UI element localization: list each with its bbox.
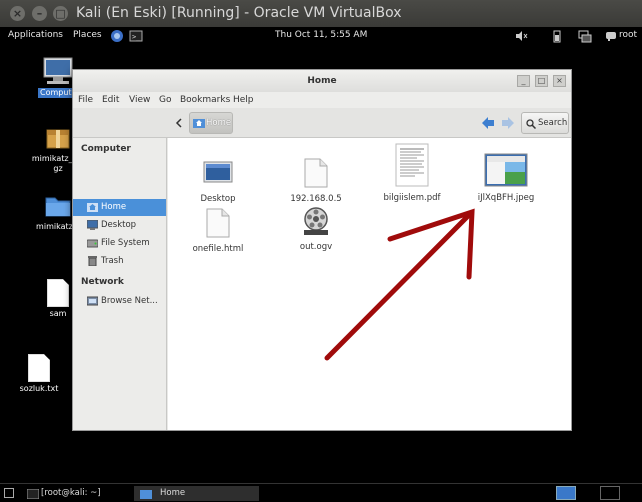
- maximize-button[interactable]: □: [535, 75, 548, 87]
- terminal-icon: [27, 489, 39, 499]
- iceweasel-icon[interactable]: [110, 29, 124, 43]
- network-icon[interactable]: [578, 29, 592, 43]
- sidebar-item-label: File System: [101, 238, 150, 248]
- menubar: File Edit View Go Bookmarks Help: [73, 92, 571, 108]
- menu-bookmarks[interactable]: Bookmarks: [180, 95, 230, 105]
- computer-icon: [43, 57, 73, 84]
- desktop-icon-label: sozluk.txt: [19, 384, 59, 393]
- home-icon: [87, 203, 98, 212]
- desktop-icon-sozluk[interactable]: sozluk.txt: [1, 354, 77, 394]
- user-menu[interactable]: root: [619, 30, 637, 40]
- file-name: 192.168.0.5: [290, 194, 342, 204]
- close-window-button[interactable]: ×: [10, 6, 25, 21]
- drive-icon: [87, 239, 98, 248]
- image-icon: [484, 153, 528, 187]
- file-manager-window: Home _ □ × File Edit View Go Bookmarks H…: [72, 69, 572, 431]
- arrow-left-icon: [482, 117, 494, 129]
- taskbar-item-terminal[interactable]: [root@kali: ~]: [15, 486, 130, 501]
- clock[interactable]: Thu Oct 11, 5:55 AM: [275, 30, 367, 40]
- back-button[interactable]: [481, 116, 495, 133]
- menu-edit[interactable]: Edit: [102, 95, 119, 105]
- menu-go[interactable]: Go: [159, 95, 171, 105]
- sidebar-item-file-system[interactable]: File System: [73, 235, 166, 252]
- svg-text:>_: >_: [132, 33, 141, 41]
- bottom-panel: [root@kali: ~] Home: [0, 483, 642, 502]
- battery-icon[interactable]: [550, 29, 564, 43]
- file-icon: [47, 279, 69, 307]
- file-item-desktop[interactable]: Desktop: [178, 160, 258, 204]
- workspace-switcher[interactable]: [556, 486, 576, 500]
- video-icon: [304, 207, 328, 235]
- sidebar-item-home[interactable]: Home: [73, 199, 166, 216]
- file-name: iJlXqBFH.jpeg: [477, 193, 535, 203]
- user-icon[interactable]: [604, 29, 618, 43]
- sidebar-item-label: Browse Net...: [101, 296, 158, 306]
- menu-view[interactable]: View: [129, 95, 150, 105]
- text-file-icon: [28, 354, 50, 382]
- file-name: Desktop: [200, 194, 236, 204]
- location-home-button[interactable]: Home: [189, 112, 233, 134]
- menu-file[interactable]: File: [78, 95, 93, 105]
- forward-button[interactable]: [501, 116, 515, 133]
- sidebar-item-desktop[interactable]: Desktop: [73, 217, 166, 234]
- top-panel: Applications Places >_ Thu Oct 11, 5:55 …: [0, 27, 642, 46]
- folder-icon: [140, 490, 152, 499]
- pdf-icon: [395, 143, 429, 187]
- workspace-switcher-2[interactable]: [600, 486, 620, 500]
- menu-help[interactable]: Help: [233, 95, 254, 105]
- window-title: Home: [307, 76, 337, 86]
- search-label: Search: [538, 118, 568, 128]
- file-name: out.ogv: [299, 242, 333, 252]
- network-icon: [87, 296, 98, 306]
- sidebar-item-label: Home: [101, 202, 127, 212]
- file-name: bilgiislem.pdf: [383, 193, 441, 203]
- sidebar: Computer Home Desktop File System Trash …: [73, 138, 167, 430]
- file-view: Desktop 192.168.0.5 bilgiislem.pdf iJlXq…: [168, 138, 571, 430]
- search-icon: [526, 119, 536, 129]
- chevron-left-icon: [175, 118, 182, 128]
- sidebar-heading-computer: Computer: [81, 144, 131, 154]
- file-icon: [304, 158, 328, 188]
- file-item-ijlxqbfh-jpeg[interactable]: iJlXqBFH.jpeg: [466, 153, 546, 203]
- window-titlebar[interactable]: Home: [73, 70, 571, 92]
- virtualbox-window-title: Kali (En Eski) [Running] - Oracle VM Vir…: [76, 5, 402, 21]
- volume-muted-icon[interactable]: [514, 29, 528, 43]
- taskbar-item-label: Home: [160, 488, 186, 498]
- desktop-icon: [87, 220, 98, 230]
- minimize-window-button[interactable]: –: [32, 6, 47, 21]
- archive-icon: [46, 129, 70, 149]
- sidebar-item-trash[interactable]: Trash: [73, 253, 166, 270]
- close-button[interactable]: ×: [553, 75, 566, 87]
- search-button[interactable]: Search: [521, 112, 569, 134]
- terminal-icon[interactable]: >_: [129, 29, 143, 43]
- toolbar: Home Search: [73, 108, 571, 138]
- sidebar-item-label: Trash: [101, 256, 124, 266]
- taskbar-item-home[interactable]: Home: [134, 486, 259, 501]
- location-label: Home: [206, 118, 232, 128]
- folder-icon: [45, 197, 71, 217]
- virtualbox-titlebar: × – □ Kali (En Eski) [Running] - Oracle …: [0, 0, 642, 27]
- file-item-out-ogv[interactable]: out.ogv: [276, 206, 356, 252]
- file-item-192-168-0-5[interactable]: 192.168.0.5: [276, 158, 356, 204]
- sidebar-item-label: Desktop: [101, 220, 137, 230]
- taskbar-item-label: [root@kali: ~]: [41, 488, 101, 498]
- applications-menu[interactable]: Applications: [8, 30, 63, 40]
- show-desktop-button[interactable]: [4, 488, 14, 498]
- file-item-onefile-html[interactable]: onefile.html: [178, 208, 258, 254]
- places-menu[interactable]: Places: [73, 30, 102, 40]
- desktop-folder-icon: [203, 161, 233, 183]
- minimize-button[interactable]: _: [517, 75, 530, 87]
- arrow-right-icon: [502, 117, 514, 129]
- sidebar-item-browse-network[interactable]: Browse Net...: [73, 293, 166, 310]
- home-folder-icon: [193, 119, 205, 128]
- trash-icon: [88, 256, 97, 266]
- file-name: onefile.html: [192, 244, 244, 254]
- sidebar-heading-network: Network: [81, 277, 124, 287]
- back-history-button[interactable]: [171, 112, 187, 134]
- html-icon: [206, 208, 230, 238]
- file-item-bilgiislem-pdf[interactable]: bilgiislem.pdf: [372, 143, 452, 203]
- maximize-window-button[interactable]: □: [53, 6, 68, 21]
